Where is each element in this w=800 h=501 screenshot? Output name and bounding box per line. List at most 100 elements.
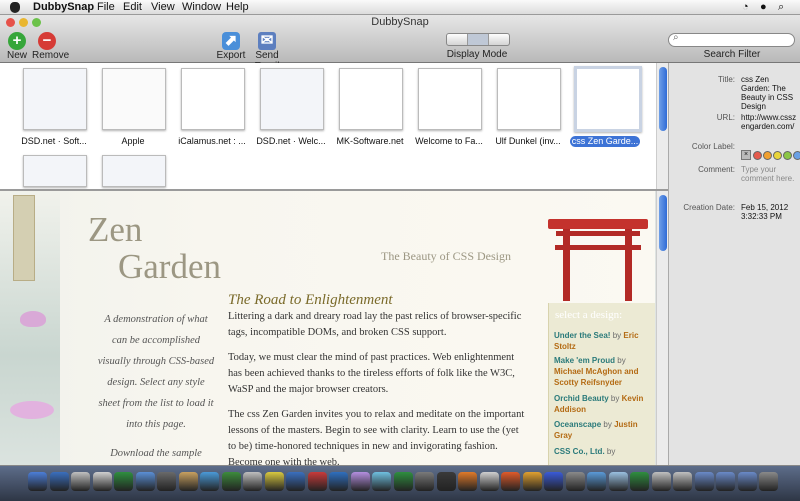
zen-heading-line1: Zen — [88, 210, 143, 249]
dock-app-icon[interactable] — [350, 472, 370, 491]
snapshot-thumb[interactable] — [260, 68, 324, 130]
color-swatch[interactable] — [783, 151, 792, 160]
plus-icon: + — [8, 32, 26, 50]
dock-app-icon[interactable] — [200, 472, 219, 491]
comment-label: Comment: — [698, 165, 735, 174]
snapshot-thumb[interactable] — [23, 68, 87, 130]
color-swatch[interactable] — [793, 151, 800, 160]
title-label: Title: — [717, 75, 735, 84]
dock-app-icon[interactable] — [307, 472, 327, 491]
preview-scroll-thumb[interactable] — [659, 195, 667, 251]
color-swatch[interactable] — [753, 151, 762, 160]
thumbnail-scroll-thumb[interactable] — [659, 67, 667, 131]
export-button[interactable]: ⬈ Export — [216, 32, 246, 61]
color-swatch[interactable] — [773, 151, 782, 160]
article-paragraph: Littering a dark and dreary road lay the… — [228, 311, 522, 338]
snapshot-thumb[interactable] — [181, 68, 245, 130]
dock-app-icon[interactable] — [135, 472, 155, 491]
zen-heading-line2: Garden — [118, 247, 222, 286]
design-item[interactable]: Oceanscape by Justin Gray — [554, 419, 654, 441]
dock-app-icon[interactable] — [178, 472, 198, 491]
dock-app-icon[interactable] — [415, 472, 434, 491]
torii-pillar — [563, 229, 570, 301]
menu-edit[interactable]: Edit — [123, 0, 142, 14]
snapshot-thumb[interactable] — [497, 68, 561, 130]
snapshot-thumb[interactable] — [102, 68, 166, 130]
dock-app-icon[interactable] — [329, 472, 348, 491]
dock-app-icon[interactable] — [243, 472, 262, 491]
color-label-picker: × — [741, 150, 800, 160]
display-mode-split-icon[interactable] — [447, 34, 468, 45]
dock-app-icon[interactable] — [71, 472, 90, 491]
dock-app-icon[interactable] — [458, 472, 477, 491]
dock-app-icon[interactable] — [630, 472, 649, 491]
dock-app-icon[interactable] — [501, 472, 520, 491]
dock-app-icon[interactable] — [49, 472, 69, 491]
menu-file[interactable]: File — [97, 0, 115, 14]
snapshot-thumb[interactable] — [418, 68, 482, 130]
dock-app-icon[interactable] — [759, 472, 778, 491]
menu-window[interactable]: Window — [182, 0, 221, 14]
color-swatch[interactable] — [763, 151, 772, 160]
snapshot-thumb-selected[interactable] — [574, 66, 642, 132]
kanji-scroll-image — [13, 195, 35, 281]
dock-app-icon[interactable] — [608, 472, 628, 491]
download-sample-link[interactable]: Download the sample — [110, 443, 202, 464]
dock-app-icon[interactable] — [673, 472, 692, 491]
app-menu[interactable]: DubbySnap — [33, 0, 94, 14]
torii-pillar — [625, 229, 632, 301]
dock-app-icon[interactable] — [587, 472, 606, 491]
snapshot-thumb[interactable] — [339, 68, 403, 130]
dock-app-icon[interactable] — [694, 472, 714, 491]
dock-app-icon[interactable] — [436, 472, 456, 491]
apple-menu-icon[interactable] — [10, 2, 20, 13]
title-value[interactable]: css Zen Garden: The Beauty in CSS Design — [741, 75, 799, 111]
torii-crossbar — [555, 245, 641, 250]
dock-app-icon[interactable] — [393, 472, 413, 491]
dock-app-icon[interactable] — [264, 472, 284, 491]
dock-app-icon[interactable] — [544, 472, 563, 491]
dock-app-icon[interactable] — [479, 472, 499, 491]
select-design-heading: select a design: — [555, 309, 623, 321]
no-color-swatch[interactable]: × — [741, 150, 751, 160]
display-mode-list-icon[interactable] — [489, 34, 509, 45]
menu-view[interactable]: View — [151, 0, 175, 14]
dock-app-icon[interactable] — [92, 472, 112, 491]
design-item[interactable]: Orchid Beauty by Kevin Addison — [554, 393, 654, 415]
design-item[interactable]: CSS Co., Ltd. by — [554, 446, 654, 457]
spotlight-icon[interactable]: ⌕ — [778, 0, 784, 14]
dock-app-icon[interactable] — [651, 472, 671, 491]
creation-time-value: 3:32:33 PM — [741, 212, 782, 221]
dock-app-icon[interactable] — [157, 472, 176, 491]
url-label: URL: — [716, 113, 735, 122]
snapshot-thumb[interactable] — [23, 155, 87, 187]
url-value[interactable]: http://www.csszengarden.com/ — [741, 113, 799, 131]
remove-button[interactable]: − Remove — [32, 32, 69, 61]
new-button[interactable]: + New — [4, 32, 30, 61]
dock-app-icon[interactable] — [28, 472, 47, 491]
search-filter-label: Search Filter — [703, 49, 761, 60]
dock-app-icon[interactable] — [737, 472, 757, 491]
preview-scrollbar[interactable] — [656, 191, 668, 465]
design-item[interactable]: Make 'em Proud by Michael McAghon and Sc… — [554, 355, 654, 388]
dock-app-icon[interactable] — [286, 472, 305, 491]
wifi-icon[interactable]: ◔ — [742, 0, 749, 14]
article-heading: The Road to Enlightenment — [228, 292, 393, 308]
dock-app-icon[interactable] — [522, 472, 542, 491]
comment-field[interactable]: Type your comment here. — [741, 165, 799, 183]
dock-app-icon[interactable] — [372, 472, 391, 491]
dock-app-icon[interactable] — [716, 472, 735, 491]
user-icon[interactable]: ● — [760, 0, 767, 14]
dock-app-icon[interactable] — [221, 472, 241, 491]
search-field[interactable]: ⌕ — [668, 32, 795, 47]
snapshot-thumb[interactable] — [102, 155, 166, 187]
design-item[interactable]: Under the Sea! by Eric Stoltz — [554, 330, 654, 352]
menu-help[interactable]: Help — [226, 0, 249, 14]
display-mode-control[interactable] — [446, 33, 510, 46]
snapshot-caption-selected: css Zen Garde... — [570, 136, 640, 147]
display-mode-grid-icon[interactable] — [468, 34, 489, 45]
dock-app-icon[interactable] — [565, 472, 585, 491]
dock-app-icon[interactable] — [114, 472, 133, 491]
creation-date-value: Feb 15, 2012 — [741, 203, 789, 212]
article-paragraph: The css Zen Garden invites you to relax … — [228, 409, 525, 465]
